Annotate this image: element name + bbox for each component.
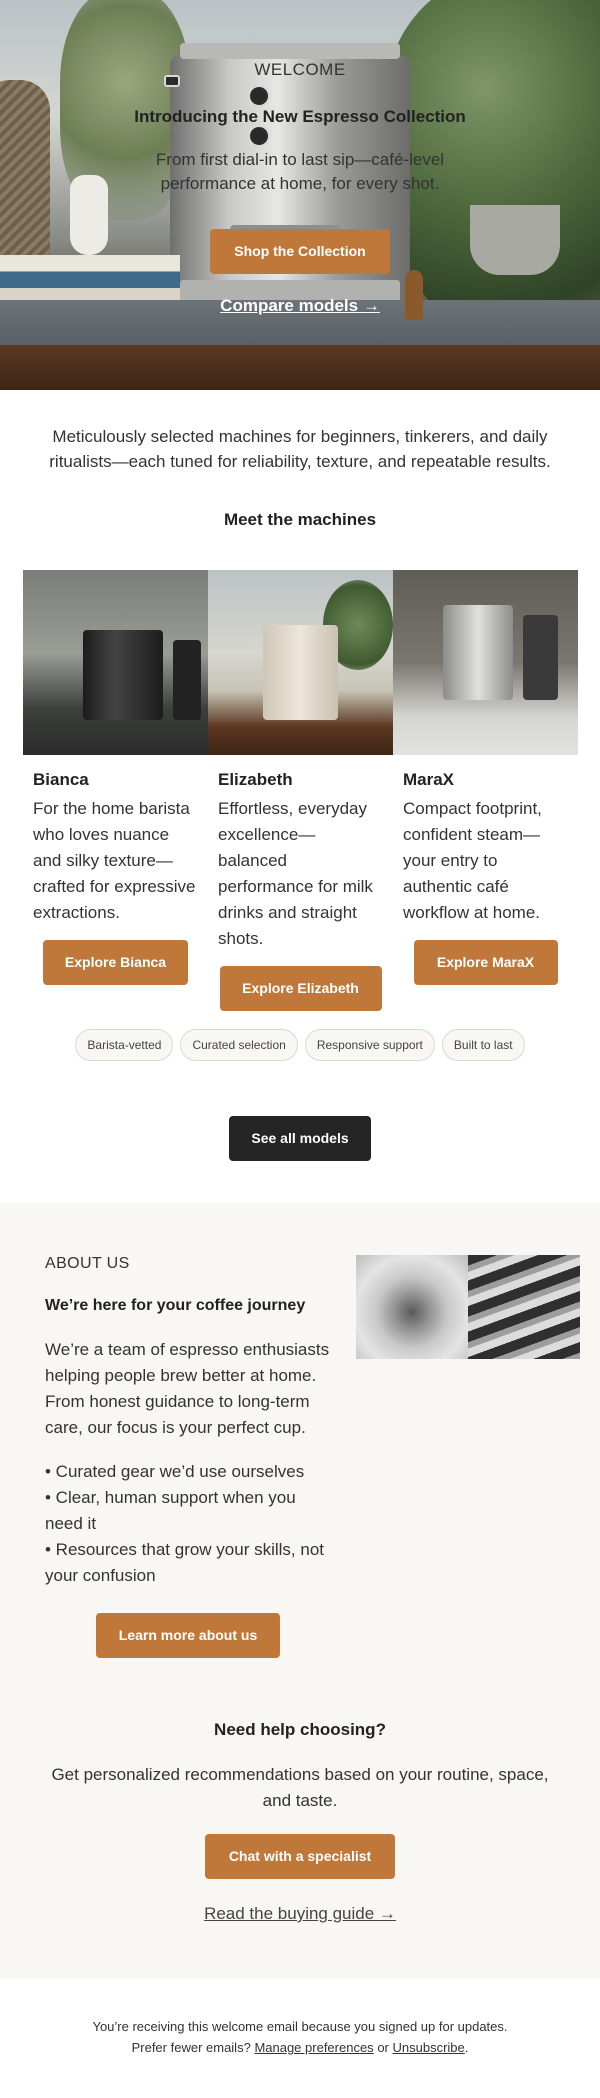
about-section: ABOUT US We’re here for your coffee jour… xyxy=(0,1203,600,1978)
footer-or: or xyxy=(377,2040,389,2055)
unsubscribe-link[interactable]: Unsubscribe xyxy=(393,2040,465,2055)
marax-product-image[interactable] xyxy=(393,570,578,755)
about-image xyxy=(356,1255,580,1359)
feature-tag: Curated selection xyxy=(180,1029,298,1061)
bianca-product-image[interactable] xyxy=(23,570,208,755)
elizabeth-product-image[interactable] xyxy=(208,570,393,755)
marax-machine-image xyxy=(443,605,513,700)
product-card-marax: MaraX Compact footprint, confident steam… xyxy=(393,570,578,1011)
chat-specialist-button[interactable]: Chat with a specialist xyxy=(205,1834,395,1879)
list-item: • Resources that grow your skills, not y… xyxy=(45,1540,325,1585)
footer-preferences: Prefer fewer emails? Manage preferences … xyxy=(40,2037,560,2058)
portafilters-photo xyxy=(468,1255,580,1359)
feature-tag: Built to last xyxy=(441,1029,525,1061)
buying-guide-link[interactable]: Read the buying guide → xyxy=(0,1904,600,1924)
about-body: We’re a team of espresso enthusiasts hel… xyxy=(45,1340,330,1437)
product-card-bianca: Bianca For the home barista who loves nu… xyxy=(23,570,208,1011)
about-eyebrow: ABOUT US xyxy=(45,1255,130,1272)
shop-collection-button[interactable]: Shop the Collection xyxy=(210,229,390,274)
pressure-gauge-icon xyxy=(248,125,270,147)
product-description: For the home barista who loves nuance an… xyxy=(33,799,196,922)
list-item: • Clear, human support when you need it xyxy=(45,1488,296,1533)
footer-prefix: Prefer fewer emails? xyxy=(131,2040,251,2055)
tamping-photo xyxy=(356,1255,468,1359)
intro-text: Meticulously selected machines for begin… xyxy=(49,427,551,471)
hero-banner: WELCOME Introducing the New Espresso Col… xyxy=(0,0,600,390)
product-description: Effortless, everyday excellence—balanced… xyxy=(218,799,373,948)
product-card-elizabeth: Elizabeth Effortless, everyday excellenc… xyxy=(208,570,393,1011)
hero-subtitle: From first dial-in to last sip—café-leve… xyxy=(155,150,445,193)
explore-elizabeth-button[interactable]: Explore Elizabeth xyxy=(219,966,382,1011)
learn-more-button[interactable]: Learn more about us xyxy=(96,1613,280,1658)
product-name: MaraX xyxy=(403,770,455,789)
feature-tag: Responsive support xyxy=(304,1029,435,1061)
footer-period: . xyxy=(464,2040,469,2055)
hero-eyebrow: WELCOME xyxy=(254,60,346,79)
hero-title: Introducing the New Espresso Collection xyxy=(134,107,466,126)
help-body: Get personalized recommendations based o… xyxy=(51,1765,549,1810)
product-grid: Bianca For the home barista who loves nu… xyxy=(23,570,578,1011)
manage-preferences-link[interactable]: Manage preferences xyxy=(254,2040,373,2055)
bianca-machine-image xyxy=(83,630,163,720)
help-section: Need help choosing? Get personalized rec… xyxy=(0,1720,600,1924)
table-front xyxy=(0,345,600,390)
see-all-models-button[interactable]: See all models xyxy=(229,1116,371,1161)
email-footer: You’re receiving this welcome email beca… xyxy=(0,1978,600,2098)
plant-pot-image xyxy=(470,205,560,275)
explore-bianca-button[interactable]: Explore Bianca xyxy=(43,940,188,985)
about-title: We’re here for your coffee journey xyxy=(45,1297,306,1314)
feature-tag: Barista-vetted xyxy=(75,1029,174,1061)
grinder-image xyxy=(173,640,201,720)
grinder-image xyxy=(523,615,558,700)
about-bullet-list: • Curated gear we’d use ourselves • Clea… xyxy=(45,1459,335,1589)
help-title: Need help choosing? xyxy=(214,1720,386,1739)
footer-notice: You’re receiving this welcome email beca… xyxy=(92,2019,508,2034)
machines-heading: Meet the machines xyxy=(223,510,377,529)
about-content: ABOUT US We’re here for your coffee jour… xyxy=(45,1255,335,1589)
vase-image xyxy=(70,175,108,255)
product-name: Bianca xyxy=(33,770,89,789)
explore-marax-button[interactable]: Explore MaraX xyxy=(413,940,558,985)
feature-tags: Barista-vetted Curated selection Respons… xyxy=(0,1029,600,1061)
product-name: Elizabeth xyxy=(218,770,293,789)
elizabeth-machine-image xyxy=(263,625,338,720)
pressure-gauge-icon xyxy=(248,85,270,107)
compare-models-link[interactable]: Compare models → xyxy=(0,296,600,316)
list-item: • Curated gear we’d use ourselves xyxy=(45,1462,305,1481)
product-description: Compact footprint, confident steam—your … xyxy=(403,799,542,922)
